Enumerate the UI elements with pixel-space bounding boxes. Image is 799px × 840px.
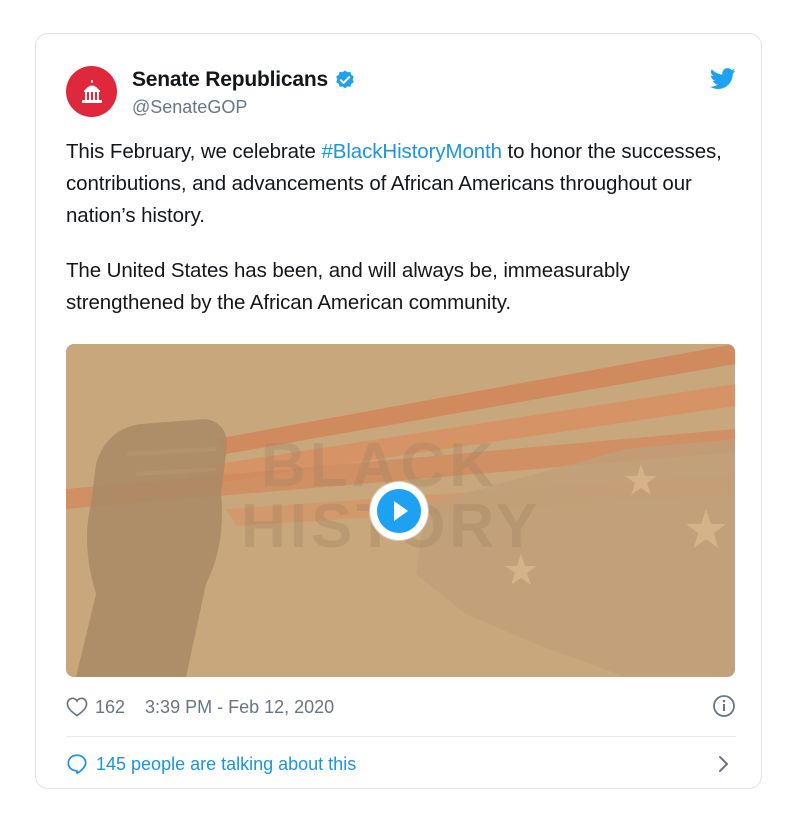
tweet-text-part: This February, we celebrate	[66, 140, 322, 163]
twitter-bird-icon[interactable]	[709, 68, 736, 95]
avatar[interactable]	[66, 66, 117, 117]
divider	[66, 736, 736, 737]
verified-badge-icon	[334, 69, 356, 91]
tweet-paragraph-2: The United States has been, and will alw…	[66, 259, 630, 314]
like-count: 162	[95, 696, 126, 717]
heart-icon	[66, 697, 88, 717]
tweet-header: Senate Republicans @SenateGOP	[66, 64, 736, 124]
chevron-right-icon[interactable]	[717, 755, 731, 778]
video-media[interactable]: BLACK HISTORY	[66, 344, 735, 677]
name-row: Senate Republicans	[132, 68, 356, 92]
conversation-link[interactable]: 145 people are talking about this	[66, 749, 736, 779]
tweet-card: Senate Republicans @SenateGOP This Febru…	[35, 33, 762, 789]
tweet-paragraph-1: This February, we celebrate #BlackHistor…	[66, 136, 726, 232]
reply-bubble-icon	[67, 754, 87, 775]
play-button[interactable]	[370, 482, 428, 540]
conversation-count-text: 145 people are talking about this	[96, 753, 357, 774]
like-button[interactable]: 162	[66, 697, 125, 718]
info-icon[interactable]	[712, 694, 736, 723]
capitol-icon	[81, 79, 102, 103]
tweet-meta: 162 3:39 PM - Feb 12, 2020	[66, 694, 736, 720]
tweet-timestamp[interactable]: 3:39 PM - Feb 12, 2020	[145, 697, 334, 718]
hashtag-link[interactable]: #BlackHistoryMonth	[321, 140, 502, 163]
account-name[interactable]: Senate Republicans	[132, 68, 328, 92]
account-handle[interactable]: @SenateGOP	[132, 97, 247, 118]
tweet-text: This February, we celebrate #BlackHistor…	[66, 136, 726, 319]
play-icon	[377, 489, 421, 533]
